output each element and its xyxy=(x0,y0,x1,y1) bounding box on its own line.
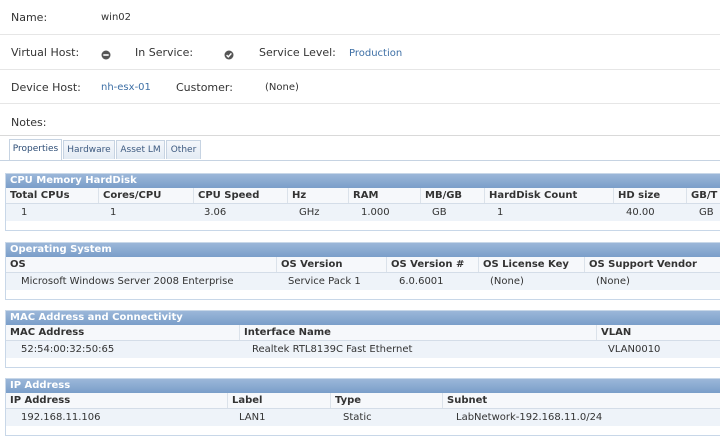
column-header[interactable]: Label xyxy=(227,393,328,408)
section-title: Operating System xyxy=(6,243,720,257)
table-cell[interactable]: LabNetwork-192.168.11.0/24 xyxy=(456,409,602,426)
column-header[interactable]: CPU Speed xyxy=(193,188,288,203)
server-details-header: Name: win02 Virtual Host: In Service: Se… xyxy=(0,0,720,136)
table-cell: (None) xyxy=(490,276,524,287)
table-header: MAC Address Interface Name VLAN xyxy=(6,325,720,341)
column-header[interactable]: OS xyxy=(6,257,272,272)
operating-system-section: Operating System OS OS Version OS Versio… xyxy=(5,242,720,300)
tab-other[interactable]: Other xyxy=(166,140,201,159)
column-header[interactable]: OS Support Vendor xyxy=(584,257,716,272)
check-circle-icon xyxy=(224,50,234,60)
table-cell: 192.168.11.106 xyxy=(21,412,101,423)
table-cell: Microsoft Windows Server 2008 Enterprise xyxy=(21,276,234,287)
table-cell: 6.0.6001 xyxy=(399,276,444,287)
virtual-host-row: Virtual Host: In Service: Service Level:… xyxy=(0,34,720,69)
notes-row: Notes: xyxy=(0,103,720,136)
table-header: Total CPUs Cores/CPU CPU Speed Hz RAM MB… xyxy=(6,188,720,204)
table-cell: Realtek RTL8139C Fast Ethernet xyxy=(252,344,413,355)
table-cell: 52:54:00:32:50:65 xyxy=(21,344,115,355)
device-host-row: Device Host: nh-esx-01 Customer: (None) xyxy=(0,69,720,103)
column-header[interactable]: OS Version # xyxy=(386,257,477,272)
table-cell[interactable]: VLAN0010 xyxy=(608,341,660,358)
table-cell: (None) xyxy=(596,276,630,287)
service-level-label: Service Level: xyxy=(259,46,336,59)
column-header[interactable]: MB/GB xyxy=(420,188,485,203)
table-row[interactable]: Microsoft Windows Server 2008 Enterprise… xyxy=(6,273,720,290)
cpu-memory-harddisk-section: CPU Memory HardDisk Total CPUs Cores/CPU… xyxy=(5,173,720,231)
table-cell: 1 xyxy=(497,207,504,218)
notes-label: Notes: xyxy=(11,116,47,129)
column-header[interactable]: Hz xyxy=(287,188,348,203)
ip-address-section: IP Address IP Address Label Type Subnet … xyxy=(5,378,720,436)
tab-asset-lm[interactable]: Asset LM xyxy=(116,140,165,159)
in-service-label: In Service: xyxy=(135,46,194,59)
column-header[interactable]: VLAN xyxy=(596,325,720,340)
service-level-value[interactable]: Production xyxy=(349,48,402,59)
column-header[interactable]: GB/T xyxy=(686,188,720,203)
table-cell: 1 xyxy=(110,207,117,218)
device-host-label: Device Host: xyxy=(11,81,81,94)
table-cell: GB xyxy=(699,207,714,218)
virtual-host-label: Virtual Host: xyxy=(11,46,80,59)
column-header[interactable]: Cores/CPU xyxy=(98,188,193,203)
table-cell: GHz xyxy=(299,207,320,218)
table-header: OS OS Version OS Version # OS License Ke… xyxy=(6,257,720,273)
table-row[interactable]: 52:54:00:32:50:65 Realtek RTL8139C Fast … xyxy=(6,341,720,358)
column-header[interactable]: OS Version xyxy=(276,257,385,272)
section-title: CPU Memory HardDisk xyxy=(6,174,720,188)
mac-address-section: MAC Address and Connectivity MAC Address… xyxy=(5,310,720,368)
table-cell: GB xyxy=(432,207,447,218)
name-label: Name: xyxy=(11,11,48,24)
column-header[interactable]: MAC Address xyxy=(6,325,236,340)
table-cell: 3.06 xyxy=(204,207,227,218)
device-host-link[interactable]: nh-esx-01 xyxy=(101,82,151,93)
column-header[interactable]: Type xyxy=(330,393,439,408)
column-header[interactable]: HardDisk Count xyxy=(484,188,613,203)
column-header[interactable]: RAM xyxy=(348,188,421,203)
tab-bar: Properties Hardware Asset LM Other xyxy=(0,139,720,161)
minus-circle-icon xyxy=(101,50,111,60)
table-row[interactable]: 1 1 3.06 GHz 1.000 GB 1 40.00 GB xyxy=(6,204,720,221)
name-row: Name: win02 xyxy=(0,0,720,33)
tab-properties[interactable]: Properties xyxy=(9,139,62,160)
section-title: MAC Address and Connectivity xyxy=(6,311,720,325)
customer-label: Customer: xyxy=(176,81,233,94)
table-cell: Static xyxy=(343,412,372,423)
table-cell: Service Pack 1 xyxy=(288,276,361,287)
column-header[interactable]: Interface Name xyxy=(239,325,594,340)
table-header: IP Address Label Type Subnet xyxy=(6,393,720,409)
table-cell: 40.00 xyxy=(626,207,655,218)
table-row[interactable]: 192.168.11.106 LAN1 Static LabNetwork-19… xyxy=(6,409,720,426)
column-header[interactable]: OS License Key xyxy=(478,257,583,272)
customer-value: (None) xyxy=(265,82,299,93)
table-cell: 1.000 xyxy=(361,207,390,218)
column-header[interactable]: Subnet xyxy=(442,393,717,408)
section-title: IP Address xyxy=(6,379,720,393)
column-header[interactable]: IP Address xyxy=(6,393,224,408)
name-value: win02 xyxy=(101,12,132,23)
tab-hardware[interactable]: Hardware xyxy=(63,140,115,159)
table-cell: 1 xyxy=(21,207,28,218)
column-header[interactable]: HD size xyxy=(613,188,688,203)
column-header[interactable]: Total CPUs xyxy=(6,188,96,203)
table-cell: LAN1 xyxy=(239,412,266,423)
